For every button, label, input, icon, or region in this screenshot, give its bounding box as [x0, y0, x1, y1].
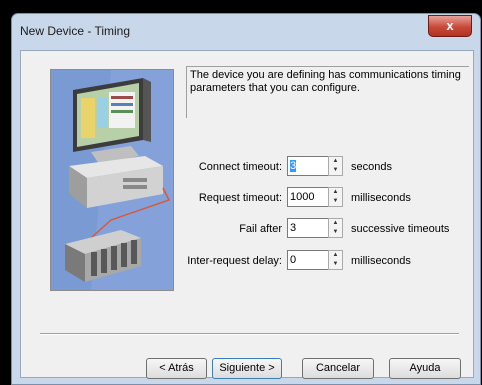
dialog-client: The device you are defining has communic… [20, 50, 474, 379]
fail-after-input[interactable]: 3 [287, 218, 329, 238]
spin-up-icon[interactable]: ▲ [329, 157, 342, 166]
connect-timeout-spinner[interactable]: ▲ ▼ [328, 156, 343, 176]
fail-after-spinner[interactable]: ▲ ▼ [328, 218, 343, 238]
separator [40, 333, 459, 335]
spin-up-icon[interactable]: ▲ [329, 219, 342, 228]
fail-after-unit: successive timeouts [351, 223, 450, 235]
description-box: The device you are defining has communic… [186, 66, 469, 118]
request-timeout-label: Request timeout: [198, 192, 282, 204]
inter-request-delay-input[interactable]: 0 [287, 250, 329, 270]
help-button[interactable]: Ayuda [389, 358, 461, 379]
inter-request-delay-label: Inter-request delay: [187, 255, 282, 267]
connect-timeout-input[interactable]: 3 [287, 156, 329, 176]
spin-down-icon[interactable]: ▼ [329, 197, 342, 206]
connect-timeout-unit: seconds [351, 161, 392, 173]
spin-up-icon[interactable]: ▲ [329, 188, 342, 197]
next-button[interactable]: Siguiente > [212, 358, 282, 379]
close-button[interactable]: x [428, 15, 472, 37]
fail-after-label: Fail after [239, 223, 282, 235]
dialog-window: New Device - Timing x The device you are… [11, 13, 481, 385]
connect-timeout-label: Connect timeout: [198, 161, 282, 173]
spin-down-icon[interactable]: ▼ [329, 228, 342, 237]
computer-plc-illustration [51, 70, 173, 290]
spin-up-icon[interactable]: ▲ [329, 251, 342, 260]
close-icon: x [446, 18, 454, 33]
window-title: New Device - Timing [20, 24, 131, 38]
spin-down-icon[interactable]: ▼ [329, 166, 342, 175]
cancel-button[interactable]: Cancelar [302, 358, 374, 379]
title-bar: New Device - Timing x [12, 14, 480, 50]
request-timeout-input[interactable]: 1000 [287, 187, 329, 207]
back-button[interactable]: < Atrás [146, 358, 207, 379]
inter-request-delay-spinner[interactable]: ▲ ▼ [328, 250, 343, 270]
request-timeout-spinner[interactable]: ▲ ▼ [328, 187, 343, 207]
request-timeout-unit: milliseconds [351, 192, 411, 204]
inter-request-delay-unit: milliseconds [351, 255, 411, 267]
spin-down-icon[interactable]: ▼ [329, 260, 342, 269]
